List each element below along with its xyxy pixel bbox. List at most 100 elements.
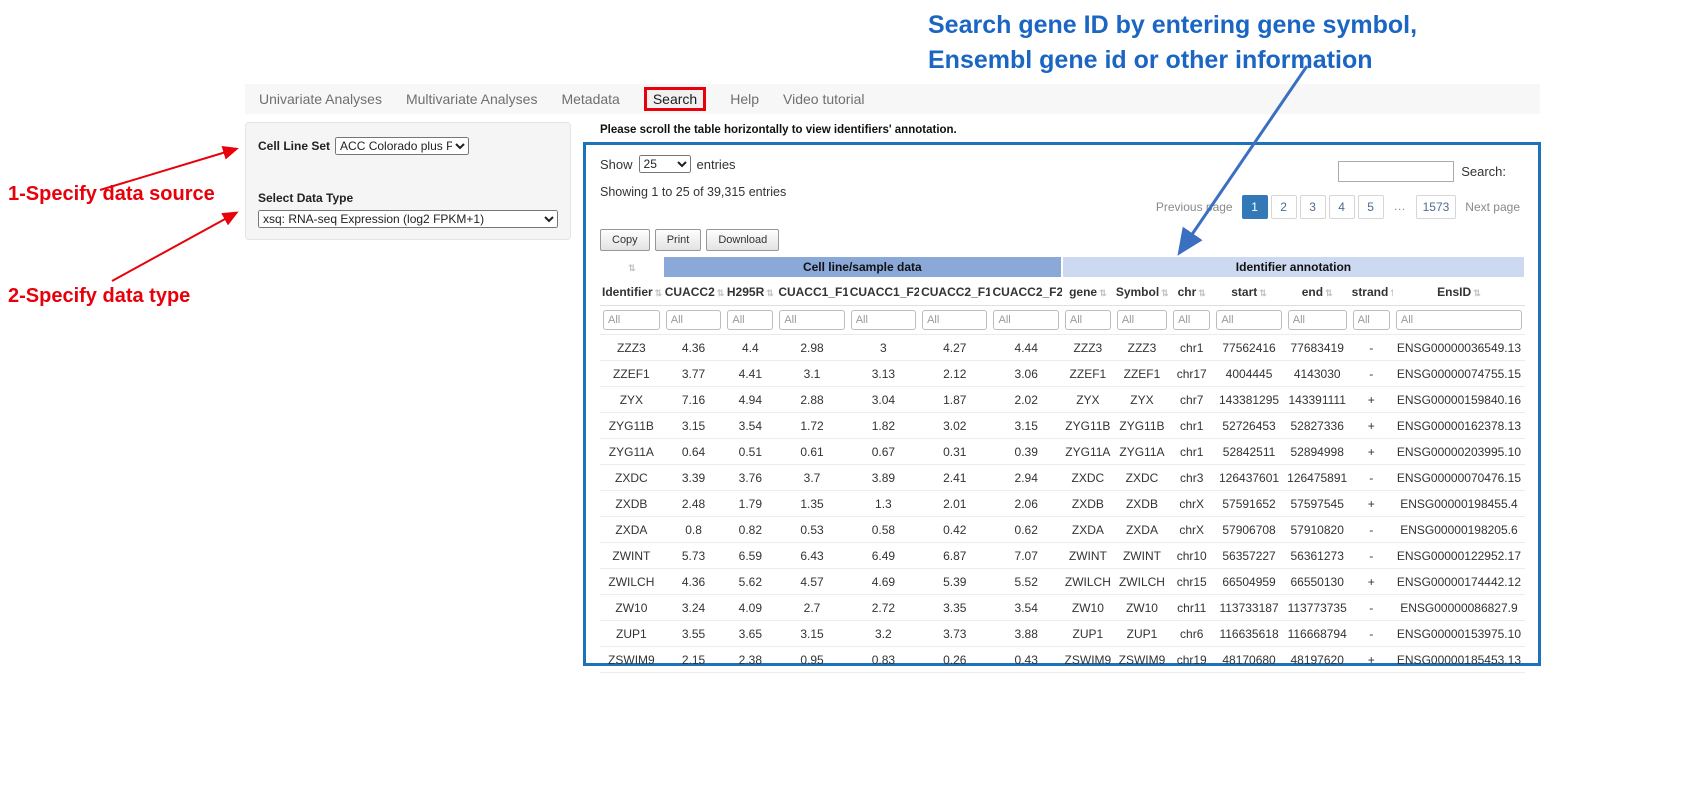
column-header-h295r[interactable]: H295R⇅ [724, 278, 776, 306]
previous-page-button[interactable]: Previous page [1150, 196, 1239, 218]
column-header-chr[interactable]: chr⇅ [1170, 278, 1213, 306]
data-type-select[interactable]: xsq: RNA-seq Expression (log2 FPKM+1) [258, 210, 558, 228]
column-header-gene[interactable]: gene⇅ [1062, 278, 1114, 306]
page-button-5[interactable]: 5 [1358, 195, 1384, 219]
print-button[interactable]: Print [655, 229, 702, 251]
filter-input-h295r[interactable] [727, 310, 773, 330]
page-button-2[interactable]: 2 [1271, 195, 1297, 219]
pagination-pages: 12345…1573 [1242, 195, 1457, 219]
column-header-cuacc2-f1[interactable]: CUACC2_F1⇅ [919, 278, 990, 306]
filter-input-cuacc2-f1[interactable] [922, 310, 987, 330]
filter-input-ensid[interactable] [1396, 310, 1522, 330]
filter-input-chr[interactable] [1173, 310, 1210, 330]
group-header-sample-data: Cell line/sample data [663, 256, 1062, 278]
nav-item-search[interactable]: Search [644, 87, 706, 111]
nav-item-univariate-analyses[interactable]: Univariate Analyses [259, 91, 382, 107]
column-header-cuacc2-f2[interactable]: CUACC2_F2⇅ [990, 278, 1061, 306]
filter-input-gene[interactable] [1065, 310, 1111, 330]
table-cell: 3.04 [848, 387, 919, 413]
group-header-empty[interactable]: ⇅ [600, 256, 663, 278]
page-button-1[interactable]: 1 [1242, 195, 1268, 219]
nav-item-help[interactable]: Help [730, 91, 759, 107]
filter-input-cuacc1-f2[interactable] [851, 310, 916, 330]
filter-row [600, 306, 1525, 335]
column-header-symbol[interactable]: Symbol⇅ [1114, 278, 1170, 306]
table-cell: 2.12 [919, 361, 990, 387]
table-cell: 3.54 [724, 413, 776, 439]
filter-input-cuacc2-f2[interactable] [993, 310, 1058, 330]
table-cell: ZZZ3 [1062, 335, 1114, 361]
column-header-ensid[interactable]: EnsID⇅ [1393, 278, 1525, 306]
filter-input-cuacc1-f1[interactable] [779, 310, 844, 330]
table-cell: ENSG00000185453.13 [1393, 647, 1525, 673]
page-button-3[interactable]: 3 [1300, 195, 1326, 219]
table-cell: 5.39 [919, 569, 990, 595]
column-header-cuacc1-f2[interactable]: CUACC1_F2⇅ [848, 278, 919, 306]
filter-input-symbol[interactable] [1117, 310, 1167, 330]
column-header-cuacc1-f1[interactable]: CUACC1_F1⇅ [776, 278, 847, 306]
nav-item-video-tutorial[interactable]: Video tutorial [783, 91, 864, 107]
table-cell: 57591652 [1213, 491, 1284, 517]
filter-input-strand[interactable] [1353, 310, 1390, 330]
filter-input-identifier[interactable] [603, 310, 660, 330]
page-button-1573[interactable]: 1573 [1416, 195, 1457, 219]
column-header-row: Identifier⇅CUACC2⇅H295R⇅CUACC1_F1⇅CUACC1… [600, 278, 1525, 306]
column-header-start[interactable]: start⇅ [1213, 278, 1284, 306]
page-length-select[interactable]: 25 [639, 155, 691, 173]
table-cell: ZW10 [1062, 595, 1114, 621]
table-cell: + [1350, 569, 1393, 595]
data-type-label: Select Data Type [258, 191, 558, 205]
nav-item-metadata[interactable]: Metadata [561, 91, 619, 107]
column-header-cuacc2[interactable]: CUACC2⇅ [663, 278, 725, 306]
table-cell: ENSG00000036549.13 [1393, 335, 1525, 361]
table-cell: 4.27 [919, 335, 990, 361]
sort-icon: ⇅ [1161, 288, 1169, 298]
nav-item-multivariate-analyses[interactable]: Multivariate Analyses [406, 91, 538, 107]
filter-input-start[interactable] [1216, 310, 1281, 330]
table-cell: 4.09 [724, 595, 776, 621]
column-header-end[interactable]: end⇅ [1285, 278, 1350, 306]
column-header-identifier[interactable]: Identifier⇅ [600, 278, 663, 306]
table-cell: ZXDC [1114, 465, 1170, 491]
next-page-button[interactable]: Next page [1459, 196, 1526, 218]
table-cell: chr1 [1170, 413, 1213, 439]
filter-input-end[interactable] [1288, 310, 1347, 330]
filter-input-cuacc2[interactable] [666, 310, 722, 330]
table-cell: 0.83 [848, 647, 919, 673]
search-input[interactable] [1338, 161, 1454, 182]
column-label: CUACC2 [665, 285, 715, 299]
table-cell: ZYG11B [1062, 413, 1114, 439]
cell-line-set-label: Cell Line Set [258, 139, 330, 153]
copy-button[interactable]: Copy [600, 229, 650, 251]
column-label: start [1231, 285, 1257, 299]
table-cell: ZWILCH [1114, 569, 1170, 595]
table-cell: ZYX [1114, 387, 1170, 413]
table-cell: 4143030 [1285, 361, 1350, 387]
table-row: ZXDC3.393.763.73.892.412.94ZXDCZXDCchr31… [600, 465, 1525, 491]
search-tip-annotation: Search gene ID by entering gene symbol, … [928, 8, 1488, 77]
table-cell: 1.72 [776, 413, 847, 439]
sort-icon: ⇅ [1099, 288, 1107, 298]
cell-line-set-select[interactable]: ACC Colorado plus PDX [335, 137, 469, 155]
table-cell: + [1350, 491, 1393, 517]
table-row: ZYX7.164.942.883.041.872.02ZYXZYXchr7143… [600, 387, 1525, 413]
table-cell: chrX [1170, 517, 1213, 543]
table-cell: 0.43 [990, 647, 1061, 673]
download-button[interactable]: Download [706, 229, 779, 251]
table-cell: 4.94 [724, 387, 776, 413]
table-cell: ENSG00000074755.15 [1393, 361, 1525, 387]
table-row: ZWILCH4.365.624.574.695.395.52ZWILCHZWIL… [600, 569, 1525, 595]
table-cell: ENSG00000122952.17 [1393, 543, 1525, 569]
page-button-4[interactable]: 4 [1329, 195, 1355, 219]
column-header-strand[interactable]: strand⇅ [1350, 278, 1393, 306]
table-cell: 1.35 [776, 491, 847, 517]
showing-info: Showing 1 to 25 of 39,315 entries [600, 185, 786, 199]
table-cell: - [1350, 517, 1393, 543]
table-cell: 48197620 [1285, 647, 1350, 673]
search-control: Search: [1338, 161, 1506, 182]
table-cell: ZYX [1062, 387, 1114, 413]
column-label: CUACC2_F1 [921, 285, 990, 299]
column-label: chr [1178, 285, 1197, 299]
pagination-ellipsis: … [1387, 195, 1413, 219]
table-cell: 4.44 [990, 335, 1061, 361]
